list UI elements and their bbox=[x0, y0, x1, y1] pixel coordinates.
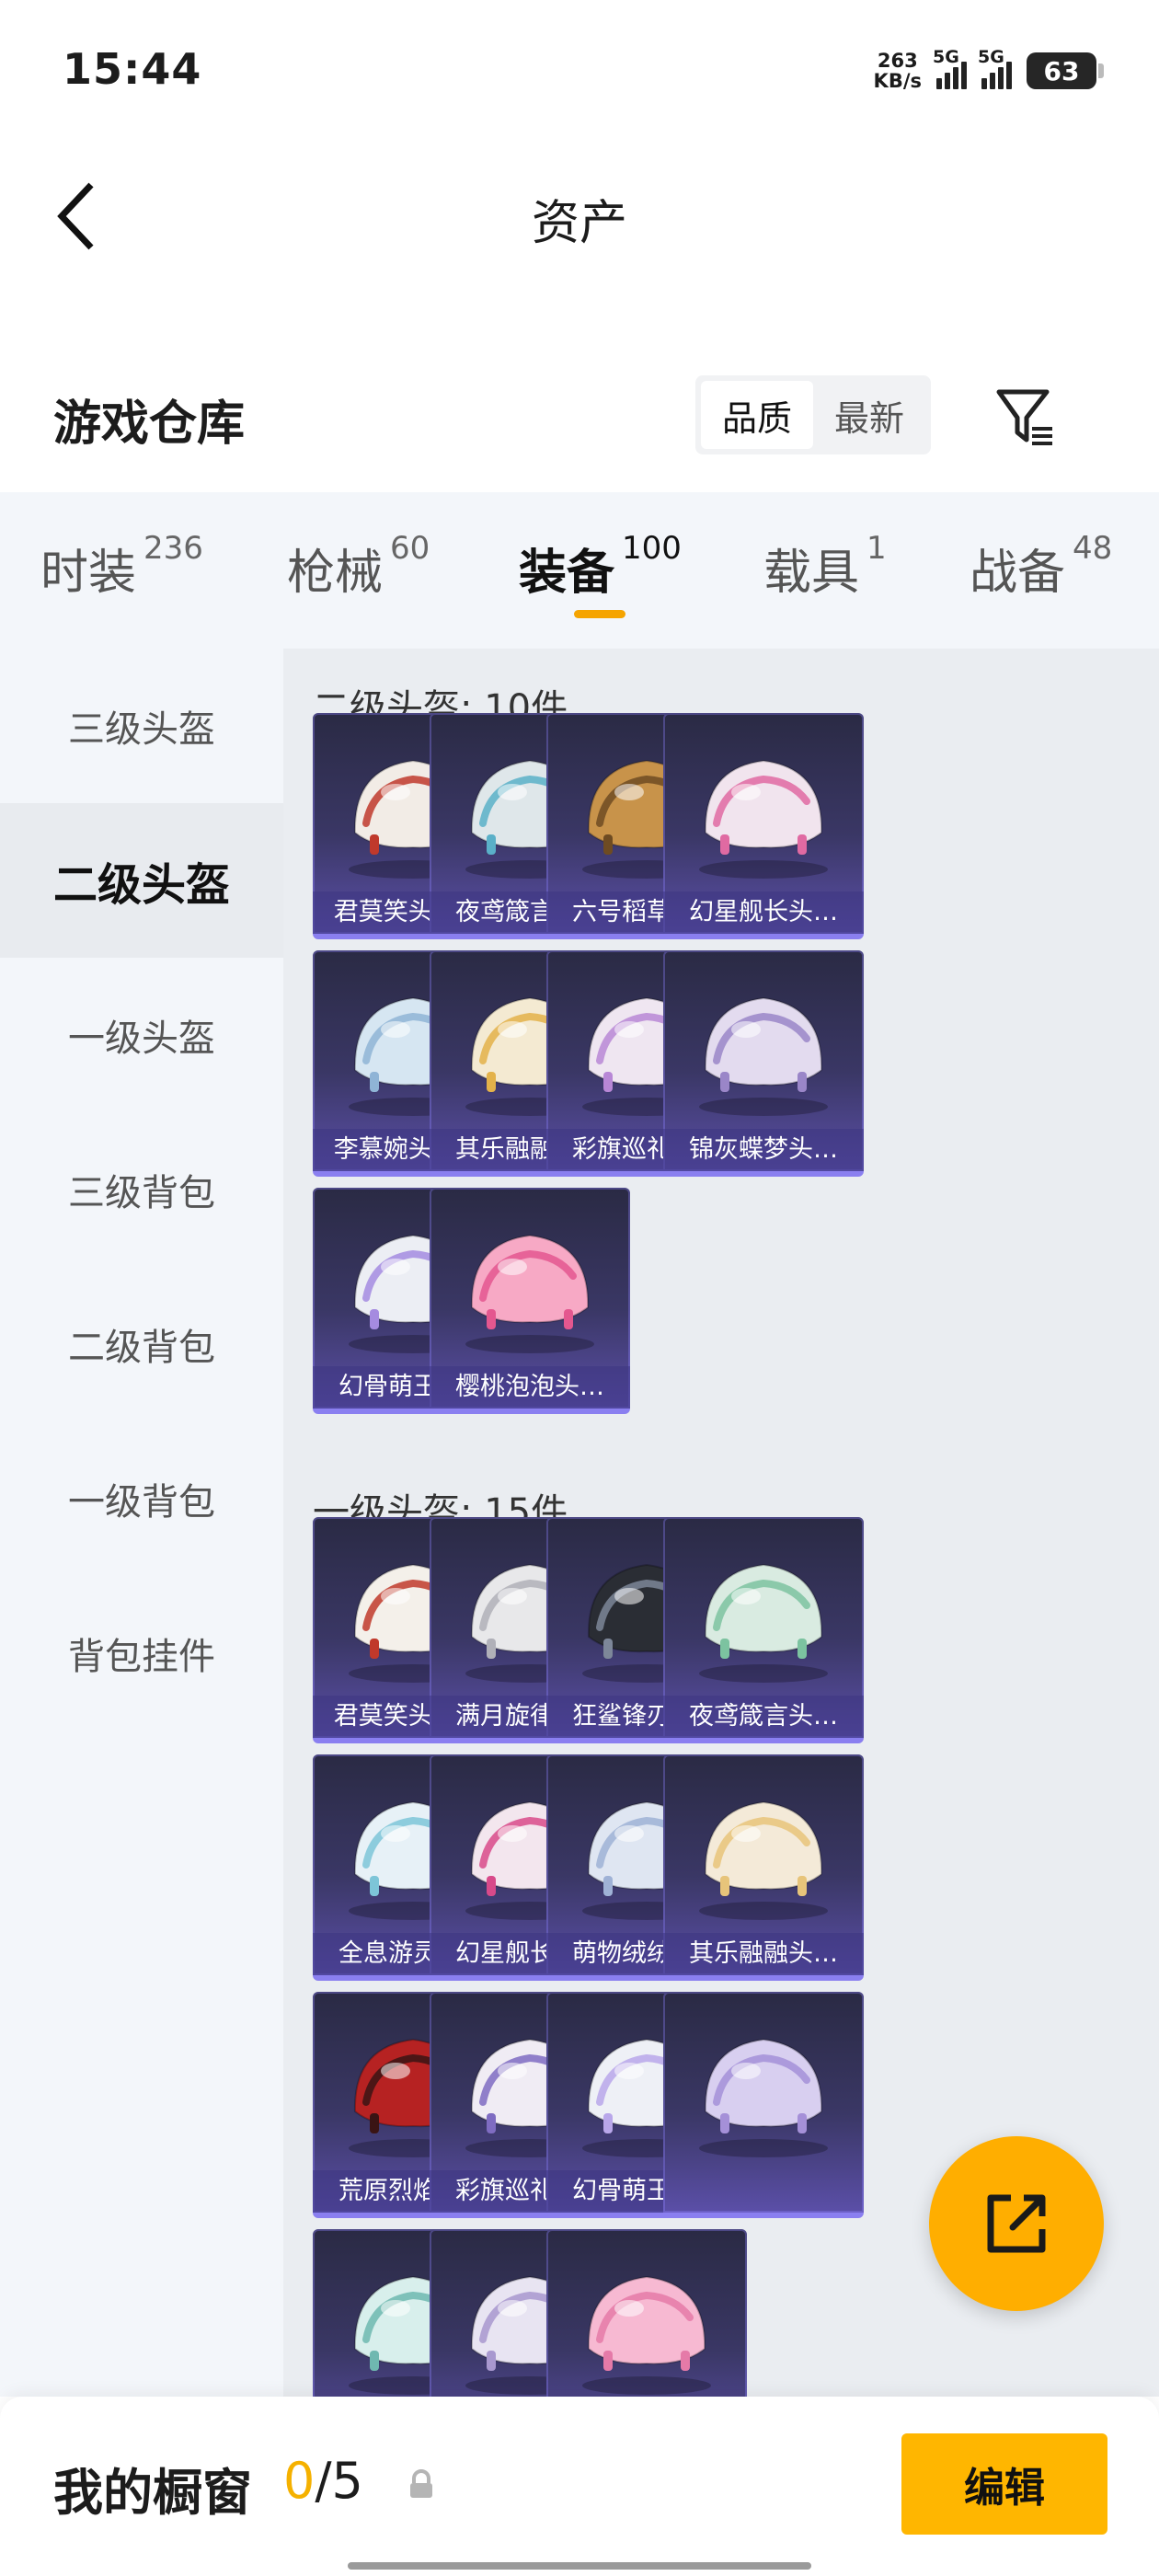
item-card[interactable]: 锦灰蝶梦头… bbox=[663, 950, 864, 1177]
helmet-image bbox=[699, 1563, 828, 1683]
item-card[interactable]: 幻星舰长头… bbox=[663, 713, 864, 939]
sidebar-item-backpack-charm[interactable]: 背包挂件 bbox=[0, 1576, 283, 1731]
battery-icon: 63 bbox=[1027, 52, 1104, 89]
item-card[interactable]: 夜鸢箴言头… bbox=[663, 1517, 864, 1743]
tab-supplies[interactable]: 战备 48 bbox=[970, 530, 1112, 616]
home-indicator[interactable] bbox=[348, 2562, 811, 2570]
helmet-image bbox=[699, 996, 828, 1116]
sort-option-quality[interactable]: 品质 bbox=[701, 381, 813, 449]
item-name: 樱桃泡泡头… bbox=[430, 1366, 630, 1409]
item-name: 其乐融融头… bbox=[663, 1933, 864, 1975]
share-external-icon bbox=[987, 2194, 1046, 2253]
network-speed: 263 KB/s bbox=[873, 50, 922, 92]
tab-fashion[interactable]: 时装 236 bbox=[40, 530, 203, 616]
edit-button[interactable]: 编辑 bbox=[901, 2433, 1107, 2535]
showcase-bar: 我的橱窗 0 /5 编辑 bbox=[0, 2397, 1159, 2576]
sidebar-item-level3-helmet[interactable]: 三级头盔 bbox=[0, 649, 283, 803]
filter-button[interactable] bbox=[984, 375, 1067, 458]
item-card[interactable] bbox=[546, 2229, 747, 2397]
sidebar: 三级头盔 二级头盔 一级头盔 三级背包 二级背包 一级背包 背包挂件 bbox=[0, 649, 283, 2397]
helmet-image bbox=[465, 1234, 594, 1353]
helmet-image bbox=[699, 1800, 828, 1920]
sidebar-item-level3-backpack[interactable]: 三级背包 bbox=[0, 1112, 283, 1267]
assets-page: 15:44 263 KB/s 5G 5G 63 资产 游戏仓库 品质 最新 时装… bbox=[0, 0, 1159, 2576]
signal-1-icon: 5G bbox=[933, 47, 967, 89]
sidebar-item-level2-backpack[interactable]: 二级背包 bbox=[0, 1267, 283, 1421]
status-indicators: 263 KB/s 5G 5G 63 bbox=[873, 47, 1104, 94]
sidebar-item-level1-backpack[interactable]: 一级背包 bbox=[0, 1421, 283, 1576]
tab-weapons[interactable]: 枪械 60 bbox=[287, 530, 430, 616]
active-tab-indicator bbox=[574, 610, 625, 618]
helmet-image bbox=[699, 759, 828, 879]
category-tabs: 时装 236 枪械 60 装备 100 载具 1 战备 48 bbox=[0, 492, 1159, 649]
showcase-label: 我的橱窗 bbox=[53, 2464, 252, 2522]
helmet-image bbox=[699, 2038, 828, 2157]
page-header: 资产 bbox=[0, 138, 1159, 294]
item-card[interactable]: 其乐融融头… bbox=[663, 1754, 864, 1981]
item-name: 夜鸢箴言头… bbox=[663, 1696, 864, 1738]
share-button[interactable] bbox=[929, 2136, 1104, 2311]
tab-vehicles[interactable]: 载具 1 bbox=[763, 530, 887, 616]
sort-option-latest[interactable]: 最新 bbox=[813, 381, 925, 449]
tab-equipment[interactable]: 装备 100 bbox=[519, 530, 682, 616]
status-time: 15:44 bbox=[63, 44, 202, 94]
lock-icon bbox=[410, 2469, 432, 2498]
sidebar-item-level1-helmet[interactable]: 一级头盔 bbox=[0, 958, 283, 1112]
item-card[interactable] bbox=[663, 1992, 864, 2218]
item-card[interactable]: 樱桃泡泡头… bbox=[430, 1188, 630, 1414]
section-title: 游戏仓库 bbox=[53, 397, 246, 452]
page-title: 资产 bbox=[531, 196, 627, 251]
sidebar-item-level2-helmet[interactable]: 二级头盔 bbox=[0, 803, 283, 958]
sort-toggle: 品质 最新 bbox=[695, 375, 931, 454]
status-bar: 15:44 263 KB/s 5G 5G 63 bbox=[0, 0, 1159, 138]
signal-2-icon: 5G bbox=[978, 47, 1012, 89]
showcase-count: 0 /5 bbox=[283, 2452, 363, 2510]
item-name: 幻星舰长头… bbox=[663, 891, 864, 934]
helmet-image bbox=[582, 2275, 711, 2395]
filter-icon bbox=[996, 389, 1052, 445]
item-name: 锦灰蝶梦头… bbox=[663, 1129, 864, 1171]
warehouse-header: 游戏仓库 品质 最新 bbox=[0, 359, 1159, 478]
item-grid-area: 二级头盔: 10件 一级头盔: 15件 君莫笑头盔(… 夜鸢箴言头… 六号稻草人… 幻… bbox=[283, 649, 1159, 2397]
